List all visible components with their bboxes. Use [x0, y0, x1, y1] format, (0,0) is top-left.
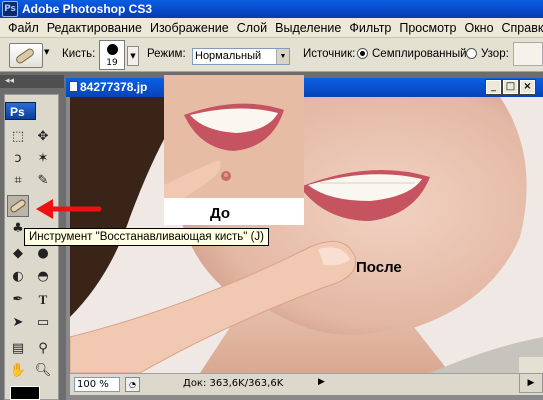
- tool-preset-picker[interactable]: [9, 43, 43, 68]
- menu-bar: Файл Редактирование Изображение Слой Выд…: [0, 18, 543, 38]
- lasso-tool-icon[interactable]: ↄ: [7, 148, 29, 170]
- document-icon: [69, 81, 78, 92]
- menu-image[interactable]: Изображение: [146, 19, 233, 37]
- marquee-tool-icon[interactable]: ⬚: [7, 126, 29, 148]
- brush-dropdown-button[interactable]: ▼: [127, 46, 139, 66]
- color-swatch[interactable]: [10, 386, 40, 400]
- menu-window[interactable]: Окно: [460, 19, 497, 37]
- status-bar: [70, 373, 543, 395]
- brush-picker[interactable]: 19: [99, 40, 125, 70]
- path-selection-tool-icon[interactable]: ➤: [7, 312, 29, 334]
- before-label: До: [210, 205, 231, 222]
- photoshop-logo[interactable]: Ps: [5, 102, 36, 120]
- pattern-picker[interactable]: [513, 42, 543, 66]
- hand-tool-icon[interactable]: ✋: [7, 360, 29, 382]
- source-label: Источник:: [303, 48, 356, 60]
- document-title: 84277378.jp: [80, 80, 148, 94]
- chevron-down-icon[interactable]: ▼: [44, 48, 49, 56]
- after-label: После: [356, 259, 402, 276]
- pen-tool-icon[interactable]: ✒: [7, 289, 29, 311]
- blur-tool-icon[interactable]: ●: [32, 243, 54, 265]
- eyedropper-tool-icon[interactable]: ⚲: [32, 338, 54, 360]
- document-info: Док: 363,6K/363,6K: [183, 378, 284, 389]
- title-bar: Ps Adobe Photoshop CS3: [0, 0, 543, 18]
- before-photo: [164, 75, 304, 198]
- magic-wand-tool-icon[interactable]: ✶: [32, 148, 54, 170]
- menu-help[interactable]: Справка: [498, 19, 543, 37]
- source-pattern-label: Узор:: [481, 48, 509, 60]
- move-tool-icon[interactable]: ✥: [32, 126, 54, 148]
- menu-select[interactable]: Выделение: [271, 19, 345, 37]
- close-button[interactable]: ×: [519, 79, 536, 95]
- mode-select[interactable]: Нормальный ▼: [192, 48, 290, 65]
- tool-tooltip: Инструмент "Восстанавливающая кисть" (J): [24, 228, 269, 246]
- menu-filter[interactable]: Фильтр: [345, 19, 395, 37]
- zoom-tool-icon[interactable]: 🔍︎: [32, 360, 54, 382]
- type-tool-icon[interactable]: T: [32, 289, 54, 311]
- toolbox-collapse-bar[interactable]: ◂◂: [0, 75, 64, 88]
- dodge-tool-icon[interactable]: ◐: [7, 266, 29, 288]
- scrollbar-corner: [519, 357, 543, 373]
- mode-label: Режим:: [147, 48, 186, 60]
- zoom-field[interactable]: 100 %: [74, 377, 120, 392]
- rectangle-tool-icon[interactable]: ▭: [32, 312, 54, 334]
- scroll-right-button[interactable]: ▶: [519, 373, 543, 393]
- source-pattern-radio[interactable]: [466, 48, 477, 59]
- status-menu-icon[interactable]: ◔: [125, 377, 140, 392]
- brush-label: Кисть:: [62, 48, 96, 60]
- healing-brush-tool-icon[interactable]: [7, 195, 29, 217]
- photoshop-app-icon[interactable]: Ps: [2, 1, 18, 17]
- mode-value: Нормальный: [195, 50, 262, 62]
- minimize-button[interactable]: _: [485, 79, 502, 95]
- source-sampled-radio[interactable]: [357, 48, 368, 59]
- menu-layer[interactable]: Слой: [233, 19, 271, 37]
- menu-view[interactable]: Просмотр: [395, 19, 460, 37]
- notes-tool-icon[interactable]: ▤: [7, 338, 29, 360]
- status-arrow-icon[interactable]: ▶: [318, 377, 325, 387]
- window-title: Adobe Photoshop CS3: [22, 2, 152, 16]
- chevron-down-icon[interactable]: ▼: [276, 49, 289, 64]
- menu-file[interactable]: Файл: [4, 19, 43, 37]
- burn-tool-icon[interactable]: ◓: [32, 266, 54, 288]
- healing-brush-icon: [14, 46, 36, 66]
- menu-edit[interactable]: Редактирование: [43, 19, 146, 37]
- maximize-button[interactable]: □: [502, 79, 519, 95]
- eraser-tool-icon[interactable]: ◆: [7, 243, 29, 265]
- brush-tip-icon: [107, 44, 118, 55]
- crop-tool-icon[interactable]: ⌗: [7, 170, 29, 192]
- red-arrow-annotation: [36, 199, 102, 219]
- source-sampled-label: Семплированный: [372, 48, 467, 60]
- brush-size-value: 19: [106, 58, 118, 68]
- slice-tool-icon[interactable]: ✎: [32, 170, 54, 192]
